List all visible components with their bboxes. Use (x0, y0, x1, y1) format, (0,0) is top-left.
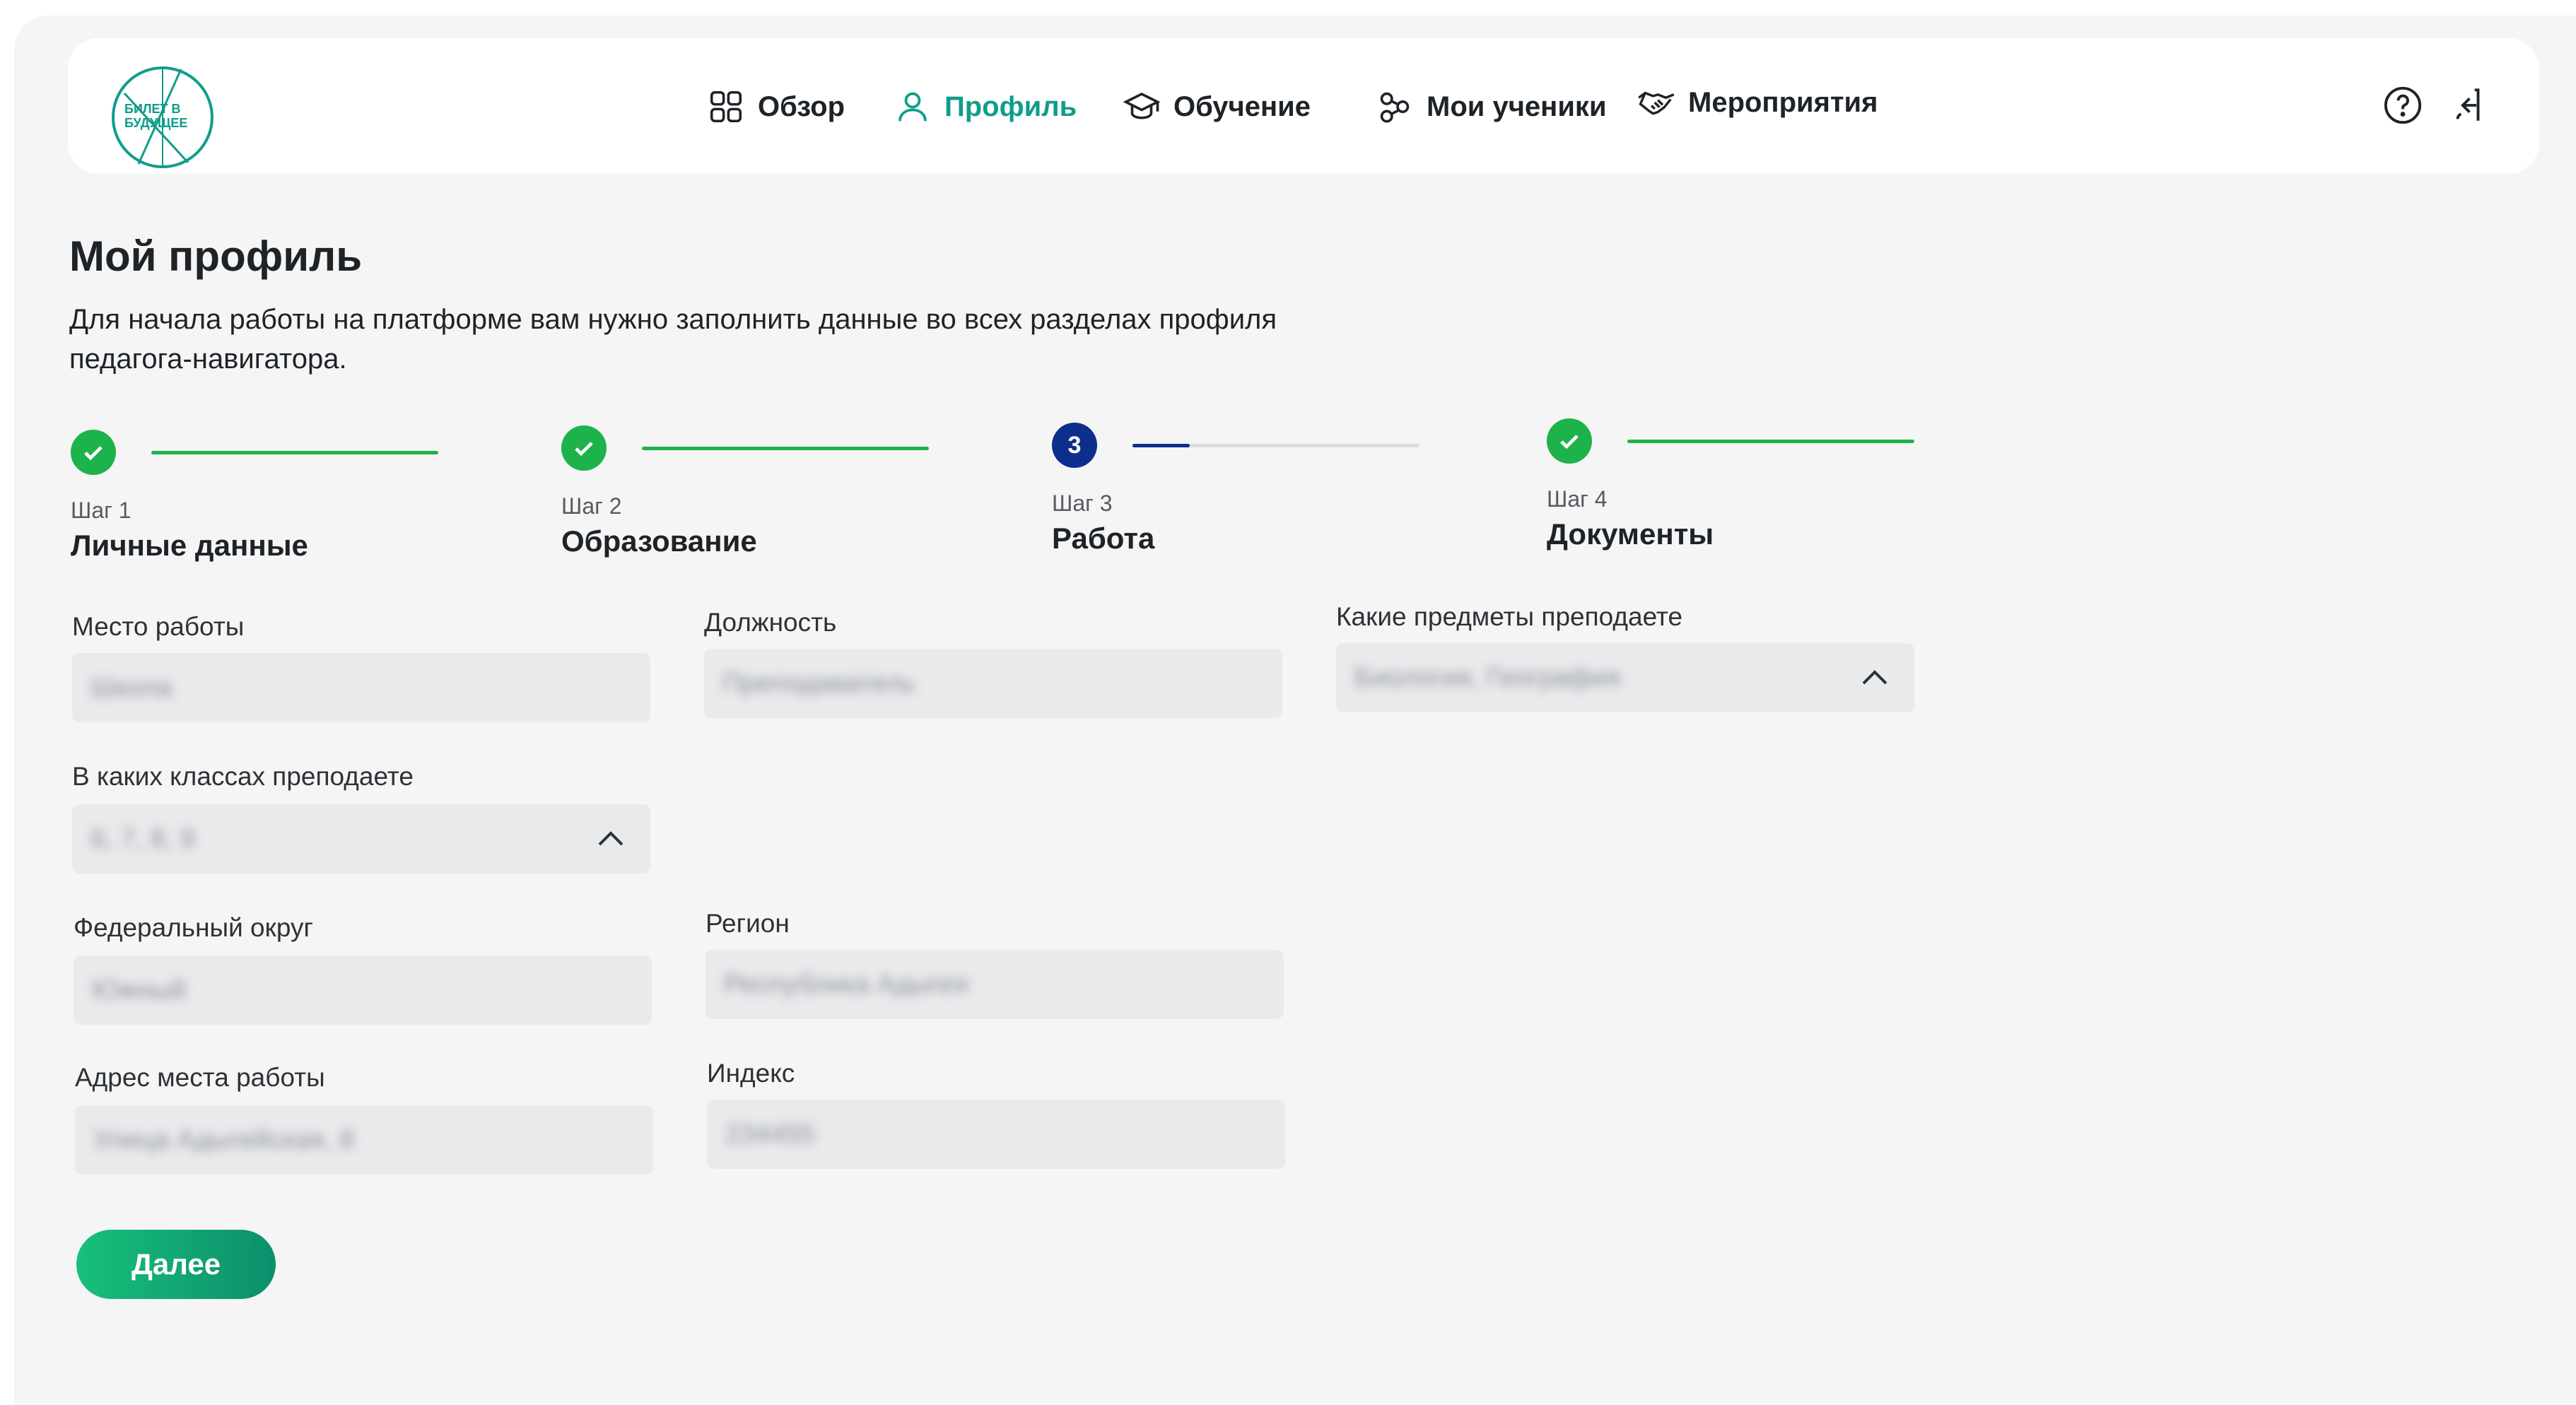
user-icon (898, 92, 927, 122)
district-input[interactable]: Южный (74, 956, 652, 1025)
address-input[interactable]: Улица Адыгейская, 8 (75, 1105, 653, 1175)
step-number: Шаг 3 (1052, 490, 1113, 516)
nav-students-label: Мои ученики (1427, 90, 1607, 122)
grades-value: 6, 7, 8, 9 (90, 823, 195, 854)
index-value: 234455 (725, 1119, 815, 1149)
step-current-badge: 3 (1052, 423, 1097, 468)
step-done-check-icon (561, 425, 607, 471)
index-label: Индекс (707, 1059, 795, 1088)
region-input[interactable]: Республика Адыгея (706, 950, 1284, 1019)
chevron-up-icon[interactable] (597, 827, 625, 848)
subjects-value: Биология, География (1354, 662, 1621, 693)
step-progress-line (1132, 444, 1419, 447)
position-input[interactable]: Преподаватель (704, 649, 1282, 718)
index-input[interactable]: 234455 (707, 1100, 1285, 1169)
step-progress-fill (1132, 444, 1190, 447)
grades-select[interactable]: 6, 7, 8, 9 (72, 804, 650, 874)
subjects-label: Какие предметы преподаете (1336, 602, 1683, 631)
logout-button[interactable] (2447, 85, 2488, 126)
handshake-icon (1638, 91, 1675, 115)
address-label: Адрес места работы (75, 1063, 325, 1092)
students-icon (1380, 92, 1410, 123)
help-icon (2384, 86, 2422, 124)
nav-learning[interactable]: Обучение (1123, 88, 1311, 126)
logo[interactable]: БИЛЕТ В БУДУЩЕЕ (110, 65, 215, 170)
position-label: Должность (704, 608, 837, 637)
nav-profile-label: Профиль (944, 90, 1077, 122)
position-value: Преподаватель (722, 668, 915, 698)
grades-label: В каких классах преподаете (72, 762, 414, 791)
step-progress-line (1627, 440, 1914, 443)
step-name: Документы (1547, 517, 1714, 551)
district-value: Южный (92, 975, 187, 1005)
step-progress-line (151, 451, 438, 454)
top-header: БИЛЕТ В БУДУЩЕЕ Обзор Профиль Обучение М… (68, 38, 2539, 174)
step-number: Шаг 1 (71, 498, 131, 523)
page-intro: Для начала работы на платформе вам нужно… (69, 304, 1277, 375)
subjects-select[interactable]: Биология, География (1336, 643, 1914, 712)
address-value: Улица Адыгейская, 8 (93, 1124, 355, 1155)
district-label: Федеральный округ (74, 913, 313, 942)
step-number: Шаг 2 (561, 493, 622, 519)
step-number: Шаг 4 (1547, 486, 1608, 512)
nav-events-label: Мероприятия (1688, 86, 1878, 118)
nav-overview-label: Обзор (758, 90, 845, 122)
nav-learning-label: Обучение (1173, 90, 1311, 122)
logo-line2: БУДУЩЕЕ (124, 116, 187, 130)
workplace-value: Школа (90, 672, 172, 702)
region-value: Республика Адыгея (724, 969, 968, 999)
workplace-input[interactable]: Школа (72, 653, 650, 722)
grid-icon (710, 90, 742, 123)
step-progress-line (642, 447, 929, 450)
step-name: Работа (1052, 522, 1155, 555)
step-name: Личные данные (71, 529, 308, 562)
workplace-label: Место работы (72, 612, 245, 641)
logo-icon: БИЛЕТ В БУДУЩЕЕ (112, 66, 213, 168)
chevron-up-icon[interactable] (1861, 666, 1889, 687)
nav-events[interactable]: Мероприятия (1637, 83, 1878, 122)
step-done-check-icon (1547, 418, 1592, 464)
step-done-check-icon (71, 430, 116, 475)
step-name: Образование (561, 524, 757, 558)
next-button[interactable]: Далее (76, 1230, 276, 1299)
help-button[interactable] (2382, 85, 2423, 126)
logout-icon (2456, 88, 2480, 121)
region-label: Регион (706, 909, 790, 938)
nav-overview[interactable]: Обзор (707, 88, 845, 126)
nav-profile[interactable]: Профиль (894, 88, 1077, 126)
graduation-cap-icon (1123, 92, 1161, 119)
nav-students[interactable]: Мои ученики (1376, 88, 1607, 126)
logo-line1: БИЛЕТ В (124, 102, 181, 116)
page-title: Мой профиль (69, 233, 363, 280)
